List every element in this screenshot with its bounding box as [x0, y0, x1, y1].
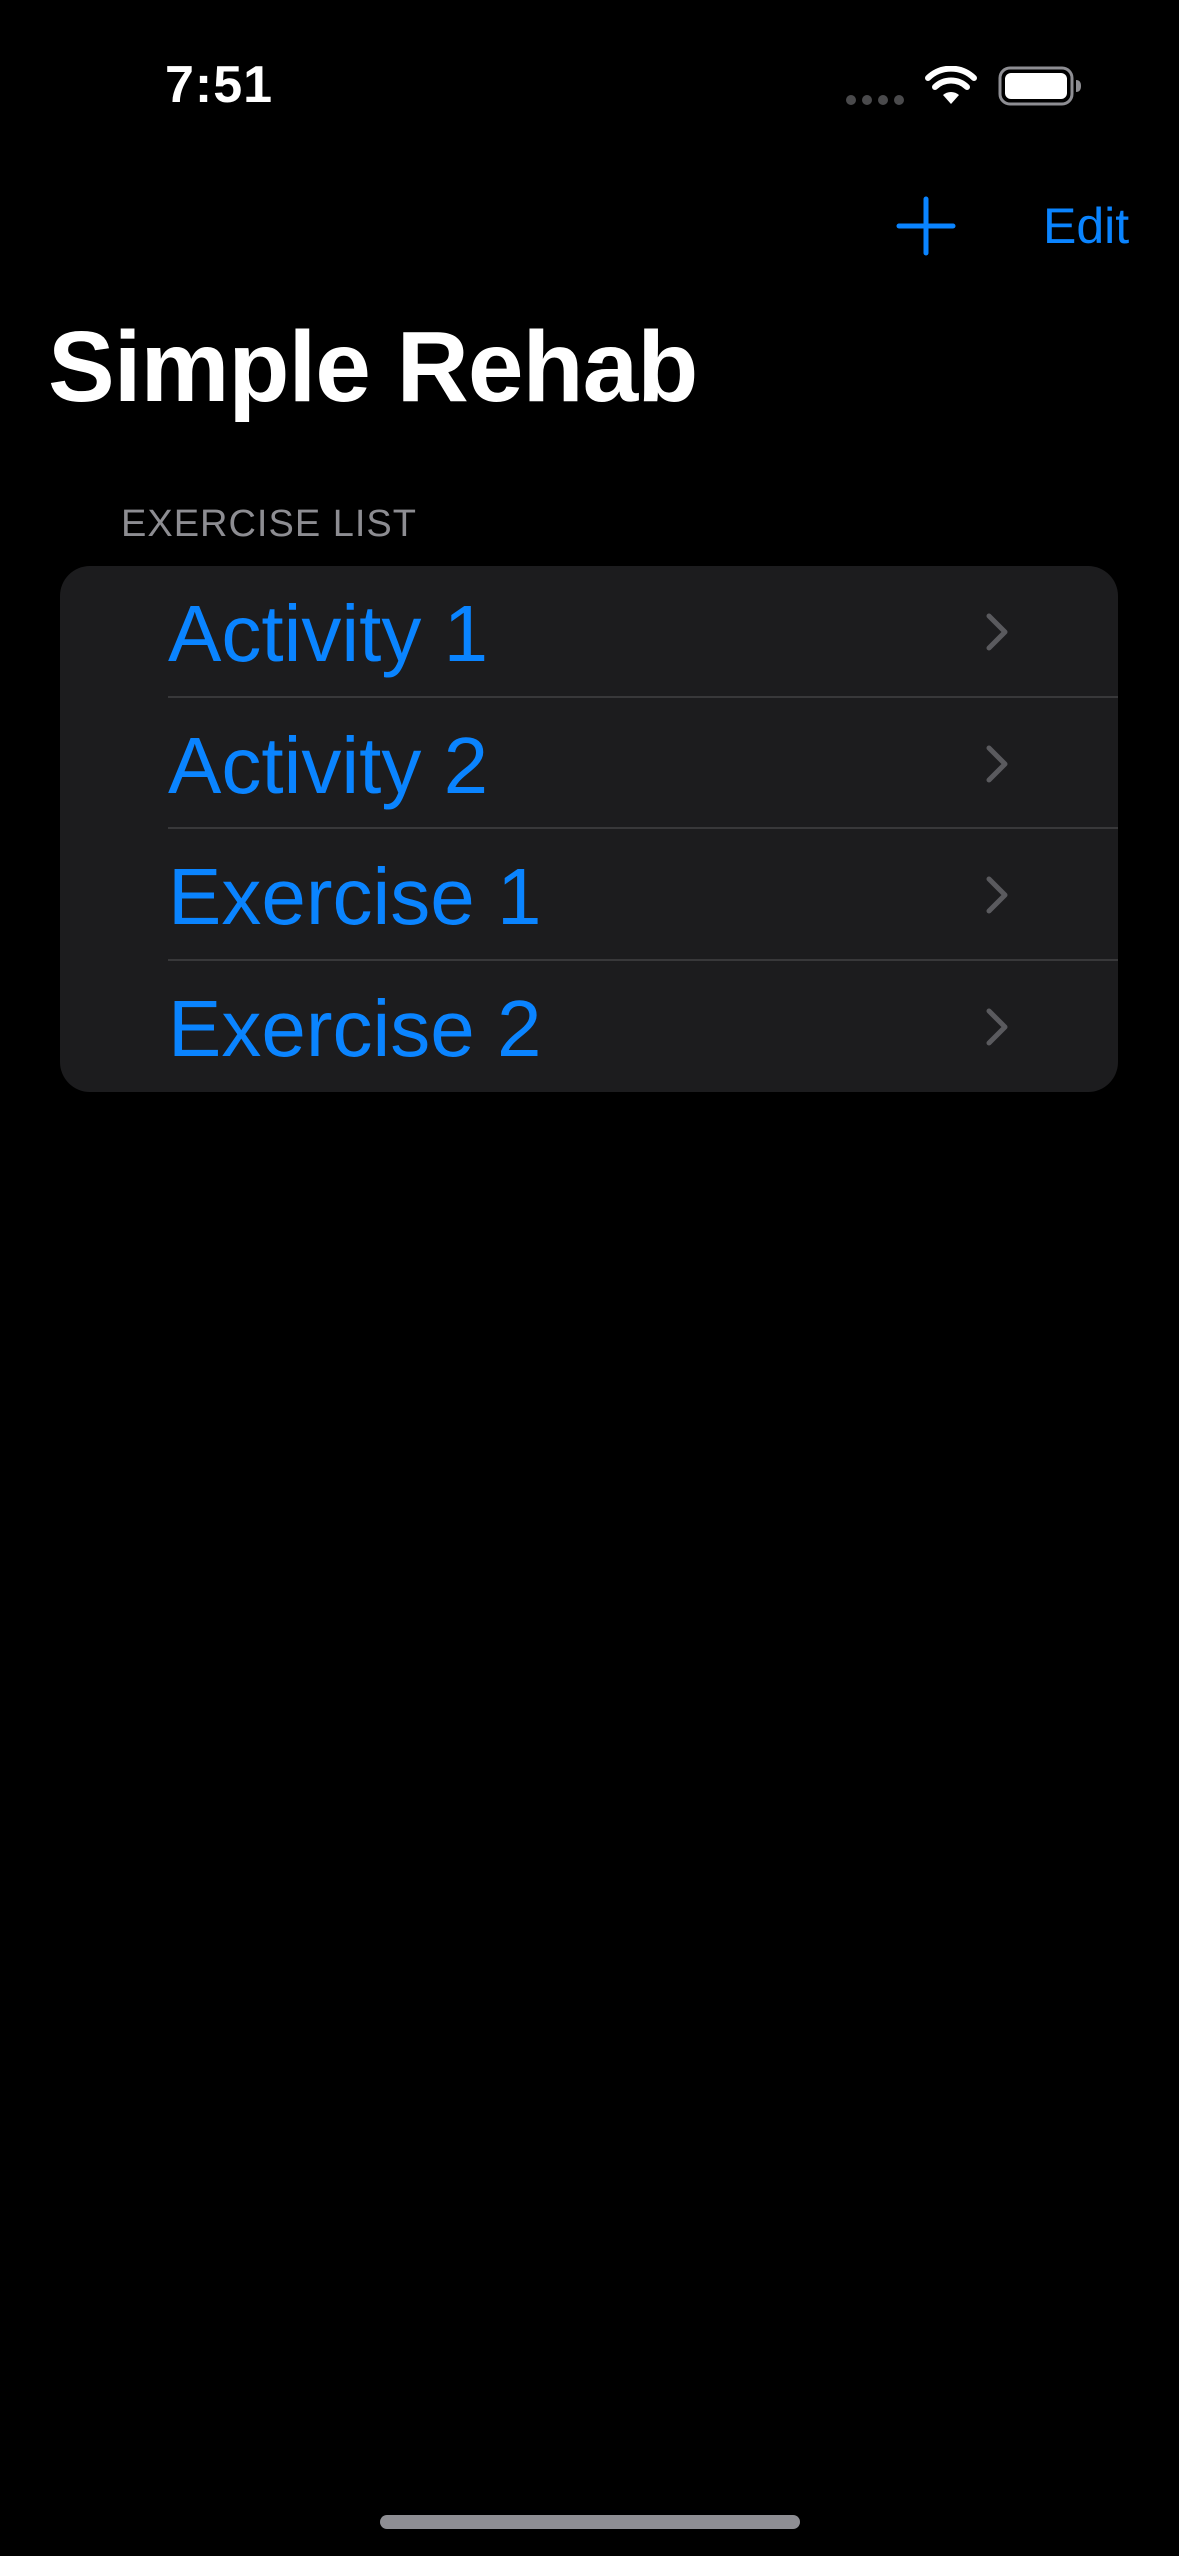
list-item-label: Exercise 2	[168, 983, 542, 1073]
chevron-right-icon	[986, 745, 1008, 782]
section-header: EXERCISE LIST	[121, 503, 417, 545]
status-time: 7:51	[165, 56, 274, 114]
plus-icon	[896, 196, 956, 256]
list-item-activity-1[interactable]: Activity 1	[60, 566, 1118, 698]
list-item-label: Activity 1	[168, 589, 489, 678]
list-item-label: Activity 2	[168, 720, 489, 810]
edit-button[interactable]: Edit	[1043, 197, 1129, 255]
list-item-label: Exercise 1	[168, 852, 542, 941]
page-title: Simple Rehab	[48, 311, 698, 423]
chevron-right-icon	[986, 1008, 1008, 1045]
add-button[interactable]	[895, 195, 957, 257]
status-bar: 7:51	[0, 0, 1179, 150]
list-item-exercise-1[interactable]: Exercise 1	[60, 829, 1118, 961]
list-item-exercise-2[interactable]: Exercise 2	[60, 961, 1118, 1093]
list-item-activity-2[interactable]: Activity 2	[60, 698, 1118, 829]
cellular-signal-icon	[846, 95, 904, 105]
wifi-icon	[925, 66, 977, 104]
battery-icon	[998, 66, 1081, 106]
chevron-right-icon	[986, 613, 1008, 651]
chevron-right-icon	[986, 876, 1008, 914]
exercise-list: Activity 1 Activity 2 Exercise 1 Exercis…	[60, 566, 1118, 1092]
home-indicator[interactable]	[380, 2515, 800, 2529]
